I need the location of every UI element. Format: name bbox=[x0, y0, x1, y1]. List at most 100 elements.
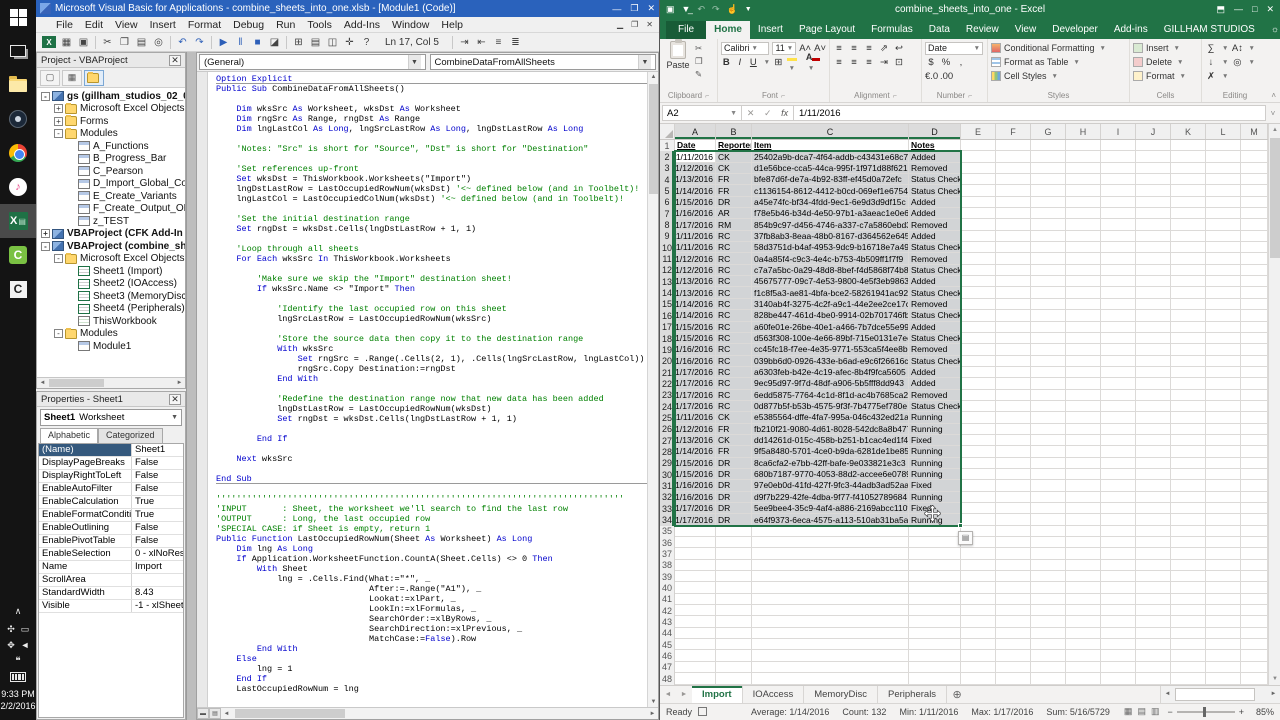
cell-F15[interactable] bbox=[996, 299, 1031, 310]
cell-I25[interactable] bbox=[1101, 412, 1136, 423]
cell-L44[interactable] bbox=[1206, 628, 1241, 639]
cell-H6[interactable] bbox=[1066, 197, 1101, 208]
cell-G6[interactable] bbox=[1031, 197, 1066, 208]
row-header-3[interactable]: 3 bbox=[660, 163, 675, 174]
cell-M4[interactable] bbox=[1241, 174, 1268, 185]
cell-M16[interactable] bbox=[1241, 310, 1268, 321]
cell-E44[interactable] bbox=[961, 628, 996, 639]
cell-I27[interactable] bbox=[1101, 435, 1136, 446]
cell-C4[interactable]: bfe87d6f-de7a-4b92-83ff-ef45d0a72efc bbox=[752, 174, 909, 185]
cell-K13[interactable] bbox=[1171, 276, 1206, 287]
cell-H21[interactable] bbox=[1066, 367, 1101, 378]
column-header-M[interactable]: M bbox=[1241, 124, 1268, 139]
cell-I19[interactable] bbox=[1101, 344, 1136, 355]
toolbox-icon[interactable]: ✛ bbox=[341, 35, 358, 50]
cell-A48[interactable] bbox=[675, 673, 716, 684]
cell-I11[interactable] bbox=[1101, 253, 1136, 264]
property-row[interactable]: EnablePivotTable False bbox=[39, 535, 183, 548]
cell-K11[interactable] bbox=[1171, 253, 1206, 264]
cell-G19[interactable] bbox=[1031, 344, 1066, 355]
cell-D39[interactable] bbox=[909, 571, 961, 582]
cell-K34[interactable] bbox=[1171, 514, 1206, 525]
cell-B36[interactable] bbox=[716, 537, 752, 548]
cell-M35[interactable] bbox=[1241, 526, 1268, 537]
cell-I37[interactable] bbox=[1101, 548, 1136, 559]
cell-G30[interactable] bbox=[1031, 469, 1066, 480]
cell-D23[interactable]: Removed bbox=[909, 390, 961, 401]
taskbar-camtasia-icon[interactable]: C bbox=[0, 238, 36, 272]
cell-A8[interactable]: 1/17/2016 bbox=[675, 219, 716, 230]
enter-icon[interactable]: ✓ bbox=[764, 108, 772, 119]
row-header-5[interactable]: 5 bbox=[660, 185, 675, 196]
cell-K28[interactable] bbox=[1171, 446, 1206, 457]
cell-H9[interactable] bbox=[1066, 231, 1101, 242]
cell-B27[interactable]: CK bbox=[716, 435, 752, 446]
full-module-view-button[interactable]: ▤ bbox=[209, 708, 221, 719]
cell-J14[interactable] bbox=[1136, 287, 1171, 298]
cell-C41[interactable] bbox=[752, 594, 909, 605]
cell-A7[interactable]: 1/16/2016 bbox=[675, 208, 716, 219]
cell-F39[interactable] bbox=[996, 571, 1031, 582]
cell-E12[interactable] bbox=[961, 265, 996, 276]
cell-C1[interactable]: Item bbox=[752, 140, 909, 151]
cell-F43[interactable] bbox=[996, 616, 1031, 627]
insert-userform-icon[interactable]: ▦ bbox=[58, 35, 75, 50]
cell-F32[interactable] bbox=[996, 492, 1031, 503]
cell-E23[interactable] bbox=[961, 390, 996, 401]
property-row[interactable]: DisplayPageBreaks False bbox=[39, 457, 183, 470]
cell-B21[interactable]: RC bbox=[716, 367, 752, 378]
view-excel-icon[interactable]: X bbox=[42, 36, 56, 48]
scroll-right-icon[interactable]: ► bbox=[174, 378, 185, 388]
cell-J45[interactable] bbox=[1136, 639, 1171, 650]
cell-J32[interactable] bbox=[1136, 492, 1171, 503]
cell-H8[interactable] bbox=[1066, 219, 1101, 230]
tree-item[interactable]: D_Import_Global_Constants bbox=[39, 178, 185, 191]
cell-F18[interactable] bbox=[996, 333, 1031, 344]
property-value[interactable]: False bbox=[132, 470, 183, 482]
cell-H47[interactable] bbox=[1066, 662, 1101, 673]
cell-F25[interactable] bbox=[996, 412, 1031, 423]
cell-F41[interactable] bbox=[996, 594, 1031, 605]
cell-D2[interactable]: Added bbox=[909, 151, 961, 162]
cell-A29[interactable]: 1/15/2016 bbox=[675, 458, 716, 469]
taskbar-itunes-icon[interactable]: ♪ bbox=[0, 170, 36, 204]
project-panel-close-icon[interactable]: ✕ bbox=[169, 55, 181, 66]
uncomment-block-icon[interactable]: ≣ bbox=[507, 35, 524, 50]
cell-A11[interactable]: 1/12/2016 bbox=[675, 253, 716, 264]
cell-H10[interactable] bbox=[1066, 242, 1101, 253]
cell-B28[interactable]: FR bbox=[716, 446, 752, 457]
cell-G9[interactable] bbox=[1031, 231, 1066, 242]
row-header-20[interactable]: 20 bbox=[660, 356, 675, 367]
cell-H11[interactable] bbox=[1066, 253, 1101, 264]
run-icon[interactable]: ▶ bbox=[215, 35, 232, 50]
taskbar-chrome-icon[interactable] bbox=[0, 136, 36, 170]
cell-K16[interactable] bbox=[1171, 310, 1206, 321]
format-painter-icon[interactable]: ✎ bbox=[695, 69, 703, 80]
row-header-17[interactable]: 17 bbox=[660, 322, 675, 333]
comment-block-icon[interactable]: ≡ bbox=[490, 35, 507, 50]
merge-center-icon[interactable]: ⊡ bbox=[893, 57, 905, 68]
mdi-minimize-button[interactable]: ▁ bbox=[617, 20, 623, 29]
cell-K46[interactable] bbox=[1171, 650, 1206, 661]
cell-E46[interactable] bbox=[961, 650, 996, 661]
cell-F26[interactable] bbox=[996, 424, 1031, 435]
cell-M19[interactable] bbox=[1241, 344, 1268, 355]
cell-G33[interactable] bbox=[1031, 503, 1066, 514]
cell-D12[interactable]: Status Check bbox=[909, 265, 961, 276]
cell-L1[interactable] bbox=[1206, 140, 1241, 151]
cell-M18[interactable] bbox=[1241, 333, 1268, 344]
cell-M24[interactable] bbox=[1241, 401, 1268, 412]
property-row[interactable]: Name Import bbox=[39, 561, 183, 574]
cell-C14[interactable]: f1c8f5a3-ae81-4bfa-bce2-58261941ac92 bbox=[752, 287, 909, 298]
cell-M45[interactable] bbox=[1241, 639, 1268, 650]
wrap-text-icon[interactable]: ↩ bbox=[893, 43, 905, 54]
tablet-mode-icon[interactable]: ▭ bbox=[21, 624, 30, 635]
cell-K30[interactable] bbox=[1171, 469, 1206, 480]
cell-A40[interactable] bbox=[675, 582, 716, 593]
sheet-tab-memorydisc[interactable]: MemoryDisc bbox=[804, 686, 878, 703]
tree-item[interactable]: ThisWorkbook bbox=[39, 315, 185, 328]
cell-M6[interactable] bbox=[1241, 197, 1268, 208]
cell-B13[interactable]: RC bbox=[716, 276, 752, 287]
column-header-A[interactable]: A bbox=[675, 124, 716, 139]
cell-H40[interactable] bbox=[1066, 582, 1101, 593]
